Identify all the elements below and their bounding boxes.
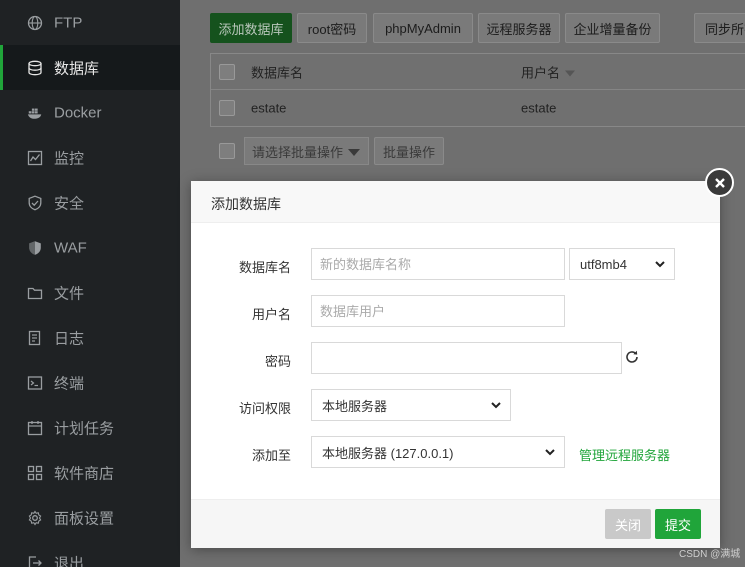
access-select[interactable]: 本地服务器 xyxy=(311,389,511,421)
sidebar-item-files[interactable]: 文件 xyxy=(0,270,180,315)
sidebar-item-cron[interactable]: 计划任务 xyxy=(0,405,180,450)
submit-button[interactable]: 提交 xyxy=(655,509,701,539)
chevron-down-icon xyxy=(491,402,501,409)
sidebar: FTP 数据库 Docker 监控 安全 WAF 文件 日志 终端 计划任务 软… xyxy=(0,0,180,567)
sidebar-item-monitor[interactable]: 监控 xyxy=(0,135,180,180)
charset-select[interactable]: utf8mb4 xyxy=(569,248,675,280)
schedule-icon xyxy=(27,420,43,436)
gear-icon xyxy=(27,510,43,526)
cell-db-name: estate xyxy=(251,100,287,116)
monitor-icon xyxy=(27,150,43,166)
terminal-icon xyxy=(27,375,43,391)
column-header-user-label: 用户名 xyxy=(521,65,561,80)
chevron-down-icon xyxy=(545,449,555,456)
remote-server-button[interactable]: 远程服务器 xyxy=(478,13,560,43)
table-header-row: 数据库名 用户名 xyxy=(211,54,745,90)
docker-icon xyxy=(27,105,43,121)
batch-select-checkbox[interactable] xyxy=(219,143,235,159)
password-input[interactable] xyxy=(311,342,622,374)
sidebar-item-label: 安全 xyxy=(54,195,85,212)
add-to-value: 本地服务器 (127.0.0.1) xyxy=(322,445,454,461)
globe-icon xyxy=(27,15,43,31)
sidebar-item-security[interactable]: 安全 xyxy=(0,180,180,225)
sidebar-item-docker[interactable]: Docker xyxy=(0,90,180,135)
sidebar-item-label: 监控 xyxy=(54,150,85,167)
grid-icon xyxy=(27,465,43,481)
access-label: 访问权限 xyxy=(238,401,291,416)
manage-remote-server-link[interactable]: 管理远程服务器 xyxy=(579,445,670,464)
db-user-input[interactable] xyxy=(311,295,565,327)
close-icon xyxy=(714,177,725,188)
dialog-close-button[interactable] xyxy=(705,168,734,197)
close-button[interactable]: 关闭 xyxy=(605,509,651,539)
sort-down-icon xyxy=(565,70,576,77)
sidebar-item-label: 软件商店 xyxy=(54,465,115,482)
sidebar-item-label: 日志 xyxy=(54,330,85,347)
password-label: 密码 xyxy=(264,354,291,369)
sidebar-item-label: 终端 xyxy=(54,375,85,392)
batch-operation-button[interactable]: 批量操作 xyxy=(374,137,444,165)
sidebar-item-logs[interactable]: 日志 xyxy=(0,315,180,360)
add-database-dialog: 添加数据库 数据库名 utf8mb4 用户名 密码 访问权限 本地服务器 添加至… xyxy=(191,181,720,548)
dialog-header: 添加数据库 xyxy=(191,181,720,223)
sidebar-item-logout[interactable]: 退出 xyxy=(0,540,180,567)
sidebar-item-waf[interactable]: WAF xyxy=(0,225,180,270)
sidebar-item-label: 面板设置 xyxy=(54,510,115,527)
sidebar-item-label: Docker xyxy=(54,104,102,121)
database-table: 数据库名 用户名 estate estate xyxy=(210,53,745,127)
dialog-footer: 关闭 提交 xyxy=(191,499,720,548)
db-name-label: 数据库名 xyxy=(238,260,291,275)
enterprise-backup-button[interactable]: 企业增量备份 xyxy=(565,13,660,43)
batch-operation-select[interactable]: 请选择批量操作 xyxy=(244,137,369,165)
watermark: CSDN @满城 xyxy=(679,549,741,560)
sidebar-item-label: 退出 xyxy=(54,555,85,567)
sidebar-item-label: 数据库 xyxy=(54,60,100,77)
sidebar-item-label: FTP xyxy=(54,14,83,31)
sidebar-item-settings[interactable]: 面板设置 xyxy=(0,495,180,540)
cell-db-user: estate xyxy=(521,100,557,116)
sidebar-item-ftp[interactable]: FTP xyxy=(0,0,180,45)
db-user-label: 用户名 xyxy=(251,307,291,322)
column-header-name: 数据库名 xyxy=(251,65,304,80)
add-database-button[interactable]: 添加数据库 xyxy=(210,13,292,43)
refresh-icon[interactable] xyxy=(624,349,640,365)
root-password-button[interactable]: root密码 xyxy=(297,13,367,43)
dialog-title: 添加数据库 xyxy=(211,196,281,212)
column-header-user[interactable]: 用户名 xyxy=(521,62,576,81)
sidebar-item-database[interactable]: 数据库 xyxy=(0,45,180,90)
access-value: 本地服务器 xyxy=(322,398,388,414)
chevron-down-icon xyxy=(655,261,665,268)
row-checkbox[interactable] xyxy=(219,100,235,116)
sidebar-item-label: WAF xyxy=(54,239,87,256)
chevron-down-icon xyxy=(348,149,360,156)
table-row: estate estate xyxy=(211,90,745,126)
add-to-select[interactable]: 本地服务器 (127.0.0.1) xyxy=(311,436,565,468)
waf-shield-icon xyxy=(27,240,43,256)
database-icon xyxy=(27,60,43,76)
sidebar-item-terminal[interactable]: 终端 xyxy=(0,360,180,405)
charset-value: utf8mb4 xyxy=(580,256,627,272)
sidebar-item-label: 文件 xyxy=(54,285,85,302)
select-all-checkbox[interactable] xyxy=(219,64,235,80)
log-icon xyxy=(27,330,43,346)
sidebar-item-label: 计划任务 xyxy=(54,420,115,437)
phpmyadmin-button[interactable]: phpMyAdmin xyxy=(373,13,473,43)
sync-all-button[interactable]: 同步所有 xyxy=(694,13,745,43)
batch-operation-select-value: 请选择批量操作 xyxy=(252,144,344,160)
shield-icon xyxy=(27,195,43,211)
add-to-label: 添加至 xyxy=(251,448,291,463)
folder-icon xyxy=(27,285,43,301)
db-name-input[interactable] xyxy=(311,248,565,280)
logout-icon xyxy=(27,555,43,567)
sidebar-item-store[interactable]: 软件商店 xyxy=(0,450,180,495)
